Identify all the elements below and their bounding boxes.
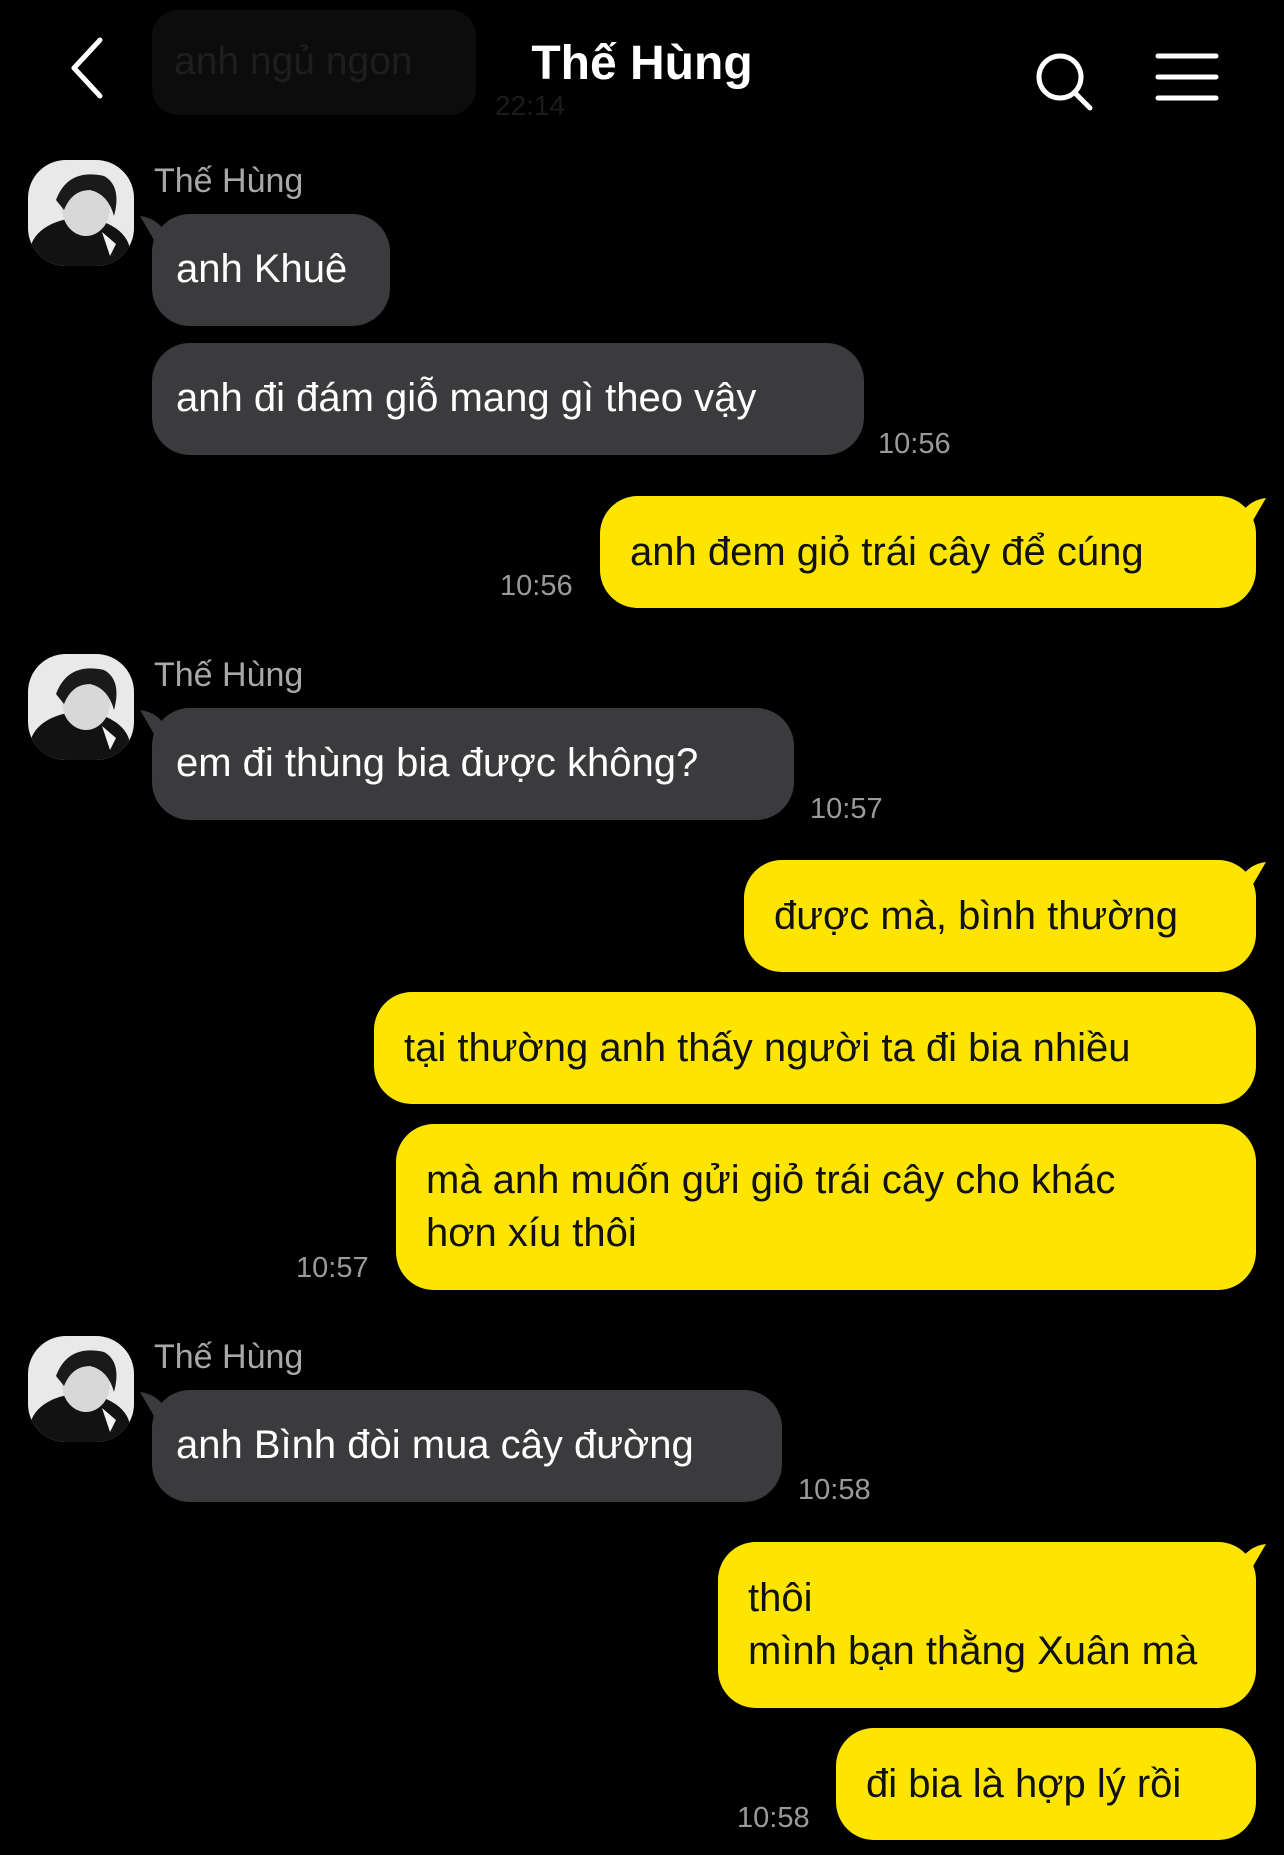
message-text: em đi thùng bia được không?: [176, 741, 699, 785]
message-time: 10:57: [810, 793, 883, 825]
incoming-message[interactable]: em đi thùng bia được không?: [152, 708, 794, 820]
message-time: 10:58: [798, 1474, 871, 1506]
message-text-line: hơn xíu thôi: [426, 1211, 637, 1255]
profile-photo: [28, 160, 134, 266]
incoming-message[interactable]: anh đi đám giỗ mang gì theo vậy: [152, 343, 864, 455]
message-time: 10:58: [737, 1802, 810, 1834]
outgoing-message[interactable]: anh đem giỏ trái cây để cúng: [600, 496, 1256, 608]
outgoing-message[interactable]: đi bia là hợp lý rồi: [836, 1728, 1256, 1840]
profile-photo: [28, 1336, 134, 1442]
sender-name: Thế Hùng: [154, 162, 304, 200]
incoming-message[interactable]: anh Khuê: [152, 214, 390, 326]
scrolled-message-time: 22:14: [495, 90, 566, 121]
bubble-tail: [1238, 862, 1266, 886]
outgoing-message[interactable]: thôi mình bạn thằng Xuân mà: [718, 1542, 1256, 1708]
message-text: anh Khuê: [176, 247, 348, 291]
hamburger-menu-icon: [1155, 53, 1219, 101]
sender-name: Thế Hùng: [154, 1338, 304, 1376]
message-time: 10:57: [296, 1252, 369, 1284]
outgoing-message[interactable]: được mà, bình thường: [744, 860, 1256, 972]
outgoing-message[interactable]: mà anh muốn gửi giỏ trái cây cho khác hơ…: [396, 1124, 1256, 1290]
message-text: anh đi đám giỗ mang gì theo vậy: [176, 376, 757, 420]
message-text-line: mà anh muốn gửi giỏ trái cây cho khác: [426, 1158, 1116, 1202]
contact-avatar[interactable]: [28, 1336, 134, 1442]
message-text: anh Bình đòi mua cây đường: [176, 1423, 694, 1467]
message-text: được mà, bình thường: [774, 894, 1178, 938]
sender-name: Thế Hùng: [154, 656, 304, 694]
menu-button[interactable]: [1152, 48, 1222, 108]
search-button[interactable]: [1030, 45, 1100, 115]
profile-photo: [28, 654, 134, 760]
message-text-line: thôi: [748, 1576, 813, 1620]
message-text-line: mình bạn thằng Xuân mà: [748, 1629, 1198, 1673]
message-time: 10:56: [500, 570, 573, 602]
message-text: đi bia là hợp lý rồi: [866, 1762, 1182, 1806]
incoming-message[interactable]: anh Bình đòi mua cây đường: [152, 1390, 782, 1502]
bubble-tail: [1238, 498, 1266, 522]
contact-avatar[interactable]: [28, 654, 134, 760]
message-text: tại thường anh thấy người ta đi bia nhiề…: [404, 1026, 1131, 1070]
outgoing-message[interactable]: tại thường anh thấy người ta đi bia nhiề…: [374, 992, 1256, 1104]
message-time: 10:56: [878, 428, 951, 460]
chat-header: anh ngủ ngon 22:14 Thế Hùng: [0, 0, 1284, 130]
message-text: anh đem giỏ trái cây để cúng: [630, 530, 1144, 574]
bubble-tail: [1238, 1544, 1266, 1568]
search-icon: [1036, 53, 1093, 111]
contact-avatar[interactable]: [28, 160, 134, 266]
